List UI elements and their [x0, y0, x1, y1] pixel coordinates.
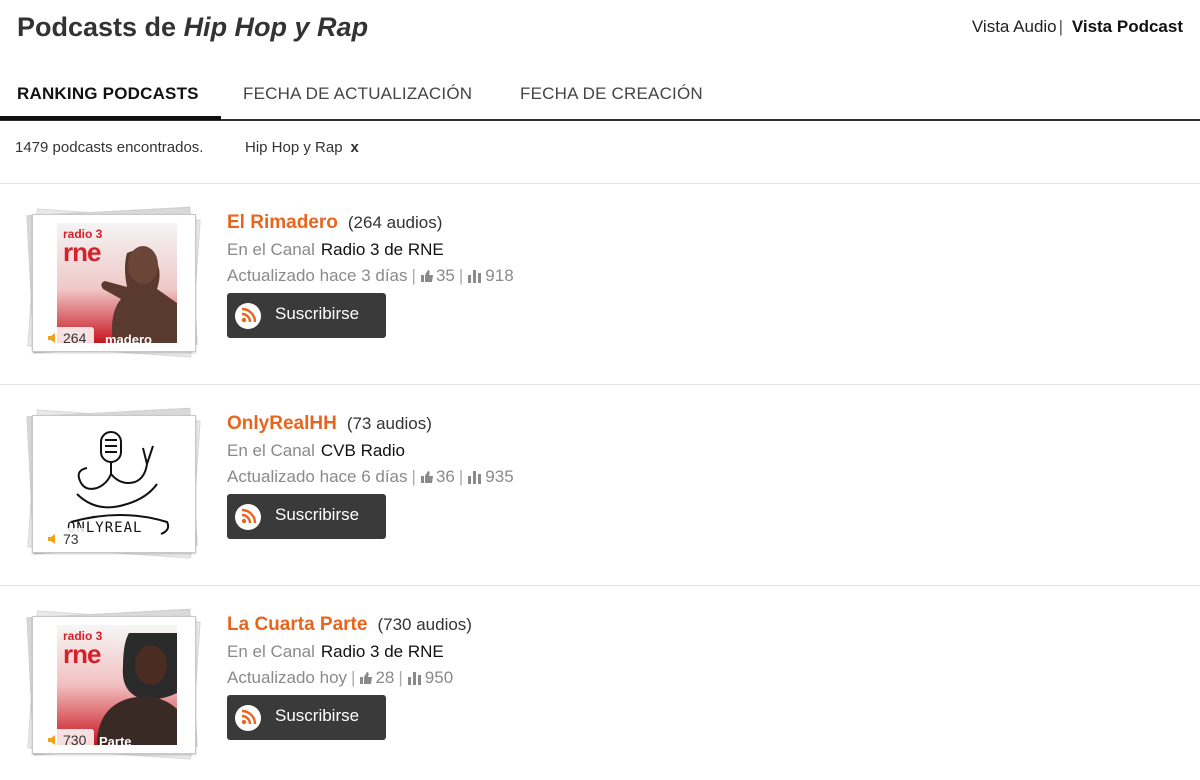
podcast-thumbnail[interactable]: radio 3 rne Parte 730	[26, 608, 201, 760]
view-switcher: Vista Audio | Vista Podcast	[972, 17, 1183, 37]
audio-count: (730 audios)	[377, 615, 472, 634]
tab-fecha-creacion[interactable]: FECHA DE CREACIÓN	[520, 84, 703, 104]
plays-count: 950	[424, 668, 454, 687]
view-podcast-link[interactable]: Vista Podcast	[1072, 17, 1183, 36]
genre-filter-label: Hip Hop y Rap	[245, 139, 343, 156]
podcast-title-link[interactable]: El Rimadero	[227, 212, 338, 233]
active-tab-indicator	[0, 116, 221, 120]
sort-tabs: RANKING PODCASTS FECHA DE ACTUALIZACIÓN …	[0, 60, 1200, 121]
podcast-info: El Rimadero (264 audios) En el Canal Radio…	[227, 212, 514, 286]
thumbs-up-icon	[420, 471, 433, 483]
speaker-icon	[48, 735, 55, 745]
channel-prefix: En el Canal	[227, 240, 315, 259]
updated-text: Actualizado hoy	[227, 668, 348, 687]
bar-chart-icon	[468, 270, 482, 283]
thumbnail-frame: radio 3 rne madero 264	[32, 214, 196, 352]
podcast-title-link[interactable]: La Cuarta Parte	[227, 614, 367, 635]
plays-count: 935	[485, 467, 514, 486]
subscribe-label: Suscribirse	[275, 304, 360, 323]
updated-text: Actualizado hace 6 días	[227, 467, 408, 486]
tab-fecha-actualizacion[interactable]: FECHA DE ACTUALIZACIÓN	[243, 84, 472, 104]
channel-link[interactable]: CVB Radio	[321, 441, 405, 460]
subscribe-button[interactable]: Suscribirse	[227, 494, 386, 539]
cover-caption: Parte	[99, 734, 132, 749]
plays-count: 918	[485, 266, 514, 285]
channel-link[interactable]: Radio 3 de RNE	[321, 240, 444, 259]
bar-chart-icon	[407, 672, 421, 685]
remove-filter-button[interactable]: x	[351, 139, 359, 156]
podcast-info: OnlyRealHH (73 audios) En el Canal CVB Rad…	[227, 413, 514, 487]
filter-bar: 1479 podcasts encontrados. Hip Hop y Rap…	[0, 122, 1200, 184]
subscribe-button[interactable]: Suscribirse	[227, 695, 386, 740]
subscribe-button[interactable]: Suscribirse	[227, 293, 386, 338]
cover-brand: rne	[63, 237, 101, 267]
page-title: Podcasts de Hip Hop y Rap	[17, 12, 368, 43]
stat-separator: |	[411, 467, 416, 486]
speaker-icon	[48, 534, 55, 544]
podcast-thumbnail[interactable]: radio 3 rne madero 264	[26, 206, 201, 358]
channel-prefix: En el Canal	[227, 642, 315, 661]
results-count: 1479 podcasts encontrados.	[15, 139, 204, 156]
podcast-item: radio 3 rne madero 264 El Rimadero (264 a…	[0, 184, 1200, 385]
cover-caption: madero	[105, 332, 152, 347]
thumbs-up-icon	[360, 672, 373, 684]
podcast-item: ONLYREAL 73 OnlyRealHH (73 audios) En el …	[0, 385, 1200, 586]
audio-count-badge: 73	[43, 528, 87, 550]
title-prefix: Podcasts de	[17, 12, 184, 42]
genre-filter-chip: Hip Hop y Rap x	[245, 139, 359, 156]
view-audio-link[interactable]: Vista Audio	[972, 17, 1057, 36]
view-separator: |	[1058, 17, 1064, 36]
audio-count-badge: 730	[43, 729, 95, 751]
stat-separator: |	[411, 266, 416, 285]
channel-prefix: En el Canal	[227, 441, 315, 460]
stat-separator: |	[398, 668, 403, 687]
title-genre: Hip Hop y Rap	[183, 12, 369, 42]
badge-count: 730	[63, 732, 87, 748]
badge-count: 73	[63, 531, 79, 547]
badge-count: 264	[63, 330, 87, 346]
likes-count: 28	[375, 668, 395, 687]
cover-brand: rne	[63, 639, 101, 669]
channel-link[interactable]: Radio 3 de RNE	[321, 642, 444, 661]
subscribe-label: Suscribirse	[275, 505, 360, 524]
page-header: Podcasts de Hip Hop y Rap Vista Audio | V…	[0, 0, 1200, 60]
subscribe-label: Suscribirse	[275, 706, 360, 725]
tab-ranking-podcasts[interactable]: RANKING PODCASTS	[17, 84, 199, 104]
rss-icon	[235, 705, 261, 731]
podcast-title-link[interactable]: OnlyRealHH	[227, 413, 337, 434]
stat-separator: |	[458, 266, 464, 285]
likes-count: 35	[435, 266, 455, 285]
updated-text: Actualizado hace 3 días	[227, 266, 408, 285]
stat-separator: |	[458, 467, 464, 486]
podcast-info: La Cuarta Parte (730 audios) En el Canal R…	[227, 614, 472, 688]
podcast-thumbnail[interactable]: ONLYREAL 73	[26, 407, 201, 559]
thumbnail-frame: radio 3 rne Parte 730	[32, 616, 196, 754]
likes-count: 36	[435, 467, 455, 486]
stat-separator: |	[351, 668, 356, 687]
rss-icon	[235, 303, 261, 329]
thumbnail-frame: ONLYREAL 73	[32, 415, 196, 553]
podcast-item: radio 3 rne Parte 730 La Cuarta Parte (73…	[0, 586, 1200, 780]
thumbs-up-icon	[420, 270, 433, 282]
audio-count-badge: 264	[43, 327, 95, 349]
rss-icon	[235, 504, 261, 530]
audio-count: (73 audios)	[346, 414, 432, 433]
speaker-icon	[48, 333, 55, 343]
bar-chart-icon	[468, 471, 482, 484]
audio-count: (264 audios)	[347, 213, 443, 232]
